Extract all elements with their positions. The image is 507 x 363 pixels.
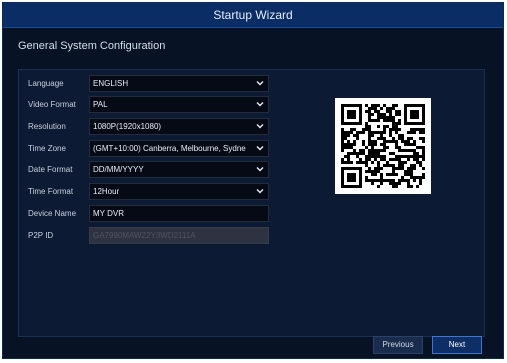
chevron-down-icon [256, 189, 264, 194]
p2p-id-field: GA7990MAW22Y3WD2111A [89, 227, 269, 244]
resolution-select[interactable]: 1080P(1920x1080) [89, 118, 269, 135]
chevron-down-icon [256, 124, 264, 129]
chevron-down-icon [256, 167, 264, 172]
time-format-select[interactable]: 12Hour [89, 183, 269, 200]
device-name-input[interactable]: MY DVR [89, 205, 269, 222]
video-format-select[interactable]: PAL [89, 96, 269, 113]
config-panel: Language ENGLISH Video Format PAL Resolu… [18, 69, 485, 337]
qr-code-icon [341, 104, 425, 188]
date-format-label: Date Format [28, 165, 73, 174]
device-name-label: Device Name [28, 209, 77, 218]
startup-wizard-window: Startup Wizard General System Configurat… [2, 2, 504, 359]
date-format-select[interactable]: DD/MM/YYYY [89, 161, 269, 178]
time-format-label: Time Format [28, 187, 74, 196]
chevron-down-icon [256, 146, 264, 151]
video-format-label: Video Format [28, 100, 76, 109]
language-select[interactable]: ENGLISH [89, 75, 269, 92]
previous-button[interactable]: Previous [373, 336, 423, 354]
next-button[interactable]: Next [432, 336, 482, 354]
language-value: ENGLISH [93, 79, 129, 88]
window-title: Startup Wizard [213, 8, 293, 22]
language-label: Language [28, 79, 64, 88]
p2p-id-row: P2P ID GA7990MAW22Y3WD2111A [19, 227, 484, 245]
time-format-value: 12Hour [93, 187, 120, 196]
time-zone-value: (GMT+10:00) Canberra, Melbourne, Sydne [93, 144, 246, 153]
resolution-value: 1080P(1920x1080) [93, 122, 162, 131]
title-bar: Startup Wizard [3, 3, 503, 28]
section-title: General System Configuration [18, 40, 166, 52]
device-name-value: MY DVR [93, 209, 124, 218]
p2p-id-label: P2P ID [28, 231, 54, 240]
qr-code [335, 98, 431, 194]
video-format-value: PAL [93, 100, 108, 109]
date-format-value: DD/MM/YYYY [93, 165, 144, 174]
chevron-down-icon [256, 102, 264, 107]
language-row: Language ENGLISH [19, 75, 484, 93]
p2p-id-value: GA7990MAW22Y3WD2111A [93, 231, 196, 240]
time-zone-select[interactable]: (GMT+10:00) Canberra, Melbourne, Sydne [89, 140, 269, 157]
time-zone-label: Time Zone [28, 144, 66, 153]
chevron-down-icon [256, 81, 264, 86]
resolution-label: Resolution [28, 122, 66, 131]
device-name-row: Device Name MY DVR [19, 205, 484, 223]
